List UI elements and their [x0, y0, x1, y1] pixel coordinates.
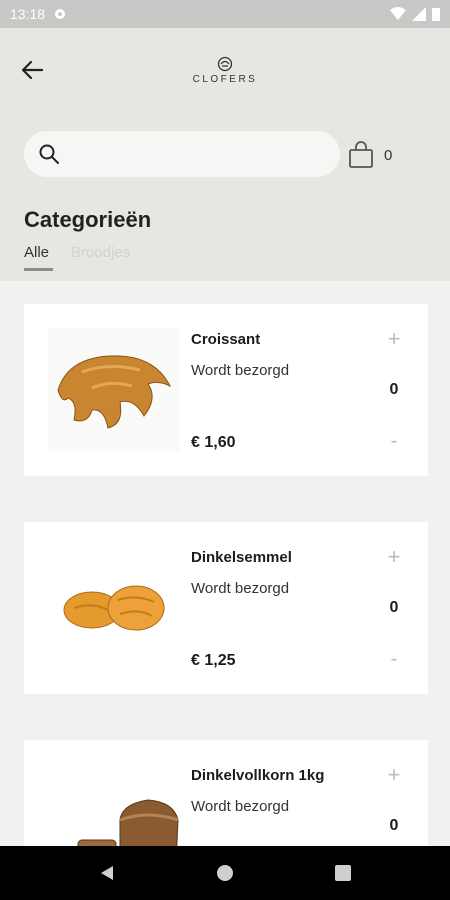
product-quantity: 0	[389, 817, 399, 834]
nav-home-icon[interactable]	[216, 864, 234, 882]
product-status: Wordt bezorgd	[191, 798, 290, 815]
status-time: 13:18	[10, 6, 46, 22]
product-quantity: 0	[389, 599, 399, 616]
search-icon	[39, 144, 59, 164]
croissant-image	[48, 328, 180, 452]
header: CLOFERS 0 Categorieën Alle Broodjes	[0, 28, 450, 281]
logo-text: CLOFERS	[192, 74, 258, 85]
status-icons	[390, 7, 440, 21]
increase-quantity-button[interactable]: +	[383, 762, 405, 788]
search-bar[interactable]	[24, 131, 340, 177]
tab-broodjes[interactable]: Broodjes	[71, 244, 130, 271]
settings-gear-icon	[55, 9, 66, 19]
cart-button[interactable]: 0	[348, 138, 408, 172]
increase-quantity-button[interactable]: +	[383, 326, 405, 352]
bread-rolls-image	[48, 546, 180, 670]
product-quantity: 0	[389, 381, 399, 398]
product-price: € 1,60	[191, 434, 236, 451]
product-card[interactable]: Dinkelsemmel Wordt bezorgd € 1,25 + 0 -	[24, 522, 428, 694]
cart-count: 0	[384, 146, 393, 164]
decrease-quantity-button[interactable]: -	[383, 430, 405, 453]
product-name: Dinkelsemmel	[191, 549, 292, 566]
product-status: Wordt bezorgd	[191, 580, 290, 597]
battery-icon	[432, 8, 440, 21]
product-card[interactable]: Croissant Wordt bezorgd € 1,60 + 0 -	[24, 304, 428, 476]
clofers-logo-icon	[217, 56, 233, 72]
status-bar: 13:18	[0, 0, 450, 28]
system-navigation-bar	[0, 846, 450, 900]
increase-quantity-button[interactable]: +	[383, 544, 405, 570]
page-title: Categorieën	[24, 207, 152, 232]
product-status: Wordt bezorgd	[191, 362, 290, 379]
decrease-quantity-button[interactable]: -	[383, 648, 405, 671]
tab-alle[interactable]: Alle	[24, 244, 54, 271]
signal-icon	[412, 7, 426, 21]
shopping-bag-icon	[349, 141, 373, 168]
nav-recents-icon[interactable]	[334, 864, 352, 882]
product-name: Dinkelvollkorn 1kg	[191, 767, 325, 784]
product-price: € 1,25	[191, 652, 236, 669]
nav-back-icon[interactable]	[98, 864, 116, 882]
wifi-icon	[390, 7, 406, 20]
category-tabs: Alle Broodjes	[24, 244, 130, 271]
search-input[interactable]	[70, 139, 326, 169]
app-logo: CLOFERS	[0, 56, 450, 85]
product-name: Croissant	[191, 331, 261, 348]
